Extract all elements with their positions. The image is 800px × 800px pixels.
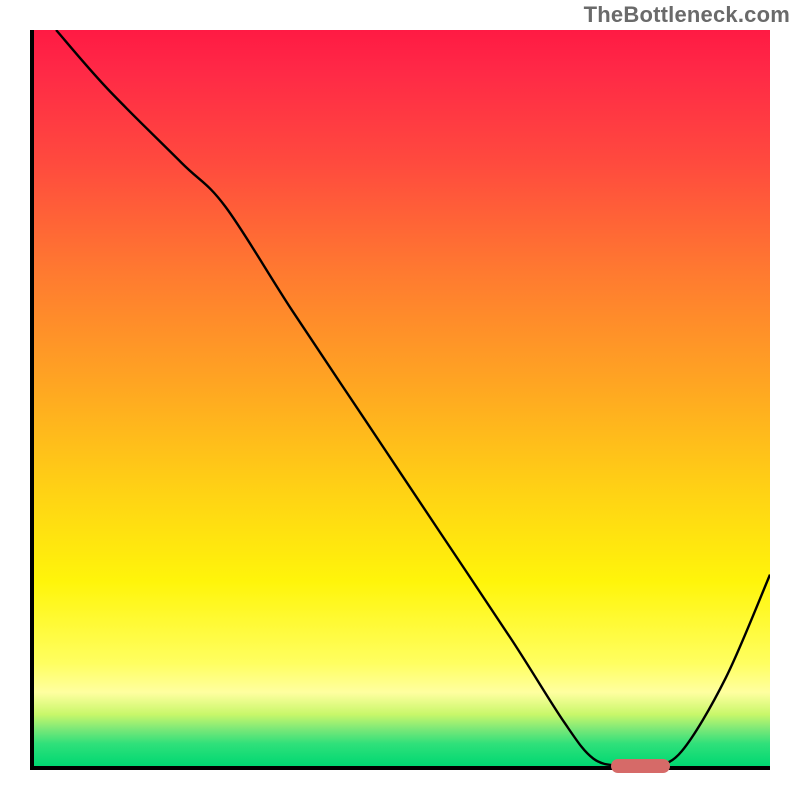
background-gradient <box>34 30 770 766</box>
chart-container: TheBottleneck.com <box>0 0 800 800</box>
optimal-marker <box>611 759 670 773</box>
watermark-text: TheBottleneck.com <box>584 2 790 28</box>
plot-area <box>30 30 770 770</box>
